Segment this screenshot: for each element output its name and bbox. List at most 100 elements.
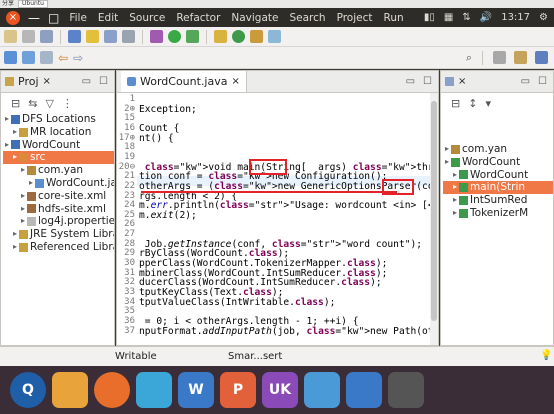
last-edit-icon[interactable] (40, 51, 53, 64)
open-type-icon[interactable] (250, 30, 263, 43)
mapreduce-perspective-icon[interactable] (535, 51, 548, 64)
eclipse-icon[interactable] (346, 372, 382, 408)
tree-item[interactable]: ▸ JRE System Libra (3, 228, 114, 241)
tree-expand-icon[interactable]: ▸ (21, 203, 25, 216)
code-line[interactable]: nt() { (139, 133, 174, 144)
volume-icon[interactable]: 🔊 (480, 12, 492, 23)
save-icon[interactable] (22, 30, 35, 43)
menu-navigate[interactable]: Navigate (231, 12, 278, 24)
whitespace-icon[interactable] (122, 30, 135, 43)
trash-icon[interactable] (510, 372, 546, 408)
tree-item[interactable]: ▸ Referenced Libra (3, 241, 114, 254)
minimize-icon[interactable]: ▭ (82, 76, 91, 87)
settings-gear-icon[interactable]: ⚙ (539, 12, 548, 23)
tree-item[interactable]: ▸ TokenizerM (443, 207, 553, 220)
terminal-dock-icon[interactable] (304, 372, 340, 408)
tree-expand-icon[interactable]: ▸ (445, 143, 449, 156)
package-explorer-tab[interactable]: Proj × (5, 75, 51, 88)
tree-item[interactable]: ▸ log4j.propertie (3, 215, 114, 228)
maximize-window-button[interactable]: □ (48, 11, 59, 25)
tree-item[interactable]: ▸ src (3, 151, 114, 165)
files-icon[interactable] (52, 372, 88, 408)
run-icon[interactable] (168, 30, 181, 43)
pencil-icon[interactable] (268, 30, 281, 43)
tree-item[interactable]: ▸ hdfs-site.xml (3, 203, 114, 216)
minimize-icon[interactable]: ▭ (521, 76, 530, 87)
tree-item[interactable]: ▸ WordCount.ja (3, 177, 114, 190)
view-menu-icon[interactable]: ⋮ (62, 97, 73, 110)
new-file-icon[interactable] (4, 30, 17, 43)
tree-expand-icon[interactable]: ▸ (13, 151, 17, 164)
outline-tab[interactable]: × (445, 76, 466, 87)
code-line[interactable]: m.exit(2); (139, 210, 197, 221)
back-arrow-icon[interactable]: ⇦ (58, 51, 68, 65)
tree-item[interactable]: ▸ WordCount (443, 156, 553, 169)
menu-source[interactable]: Source (129, 12, 165, 24)
tree-expand-icon[interactable]: ▸ (21, 215, 25, 228)
code-line[interactable]: tputValueClass(IntWritable.class); (139, 297, 335, 308)
maximize-icon[interactable]: ☐ (538, 76, 547, 87)
java-perspective-icon[interactable] (514, 51, 527, 64)
menu-project[interactable]: Project (337, 12, 373, 24)
new-java-project-icon[interactable] (214, 30, 227, 43)
tree-item[interactable]: ▸ com.yan (3, 164, 114, 177)
tree-item[interactable]: ▸ DFS Locations (3, 113, 114, 126)
open-perspective-icon[interactable] (493, 51, 506, 64)
prev-annotation-icon[interactable] (22, 51, 35, 64)
toggle-mark-icon[interactable] (86, 30, 99, 43)
filter-icon[interactable]: ▽ (45, 97, 53, 110)
libreoffice-icon[interactable] (136, 372, 172, 408)
collapse-all-icon[interactable]: ⊟ (11, 97, 20, 110)
sort-icon[interactable]: ↕ (468, 97, 477, 110)
minimize-icon[interactable]: ▭ (406, 76, 415, 87)
close-icon[interactable]: × (43, 76, 51, 87)
editor-scrollbar[interactable] (430, 93, 438, 345)
external-tools-icon[interactable] (186, 30, 199, 43)
menu-refactor[interactable]: Refactor (176, 12, 220, 24)
keyboard-icon[interactable]: ▮▯ (424, 12, 435, 23)
impress-icon[interactable]: P (220, 372, 256, 408)
tree-expand-icon[interactable]: ▸ (5, 139, 9, 152)
tree-item[interactable]: ▸ WordCount (443, 169, 553, 182)
writer-icon[interactable]: W (178, 372, 214, 408)
lightbulb-icon[interactable]: 💡 (540, 350, 552, 361)
forward-arrow-icon[interactable]: ⇨ (73, 51, 83, 65)
print-icon[interactable] (40, 30, 53, 43)
code-line[interactable]: Exception; (139, 104, 197, 115)
active-app-icon[interactable] (388, 372, 424, 408)
next-annotation-icon[interactable] (4, 51, 17, 64)
menu-search[interactable]: Search (290, 12, 326, 24)
tree-expand-icon[interactable]: ▸ (13, 228, 17, 241)
collapse-all-icon[interactable]: ⊟ (451, 97, 460, 110)
view-menu-icon[interactable]: ▾ (485, 97, 491, 110)
minimize-window-button[interactable]: — (28, 11, 40, 25)
editor-scrollbar-thumb[interactable] (431, 101, 437, 321)
tree-expand-icon[interactable]: ▸ (5, 113, 9, 126)
tree-item[interactable]: ▸ MR location (3, 126, 114, 139)
tree-expand-icon[interactable]: ▸ (29, 177, 33, 190)
firefox-icon[interactable] (94, 372, 130, 408)
debug-icon[interactable] (150, 30, 163, 43)
ubuntu-tab[interactable]: Ubuntu (18, 0, 48, 8)
network-icon[interactable]: ⇅ (462, 12, 470, 23)
close-window-button[interactable]: × (6, 10, 20, 25)
code-line[interactable]: nputFormat.addInputPath(job, class="kw">… (139, 326, 438, 337)
tree-expand-icon[interactable]: ▸ (453, 194, 457, 207)
editor-tab-wordcount[interactable]: WordCount.java × (121, 71, 247, 92)
tree-expand-icon[interactable]: ▸ (445, 156, 449, 169)
new-class-icon[interactable] (232, 30, 245, 43)
tree-expand-icon[interactable]: ▸ (453, 207, 457, 220)
tree-item[interactable]: ▸ WordCount (3, 139, 114, 152)
dash-icon[interactable]: Q (10, 372, 46, 408)
maximize-icon[interactable]: ☐ (423, 76, 432, 87)
search-icon[interactable]: ⌕ (466, 51, 472, 65)
close-icon[interactable]: × (231, 76, 239, 87)
tree-item[interactable]: ▸ IntSumRed (443, 194, 553, 207)
link-editor-icon[interactable]: ⇆ (28, 97, 37, 110)
tree-expand-icon[interactable]: ▸ (453, 169, 457, 182)
menu-run[interactable]: Run (384, 12, 404, 24)
tree-expand-icon[interactable]: ▸ (21, 164, 25, 177)
tree-item[interactable]: ▸ main(Strin (443, 181, 553, 195)
menu-file[interactable]: File (69, 12, 87, 24)
maximize-icon[interactable]: ☐ (99, 76, 108, 87)
